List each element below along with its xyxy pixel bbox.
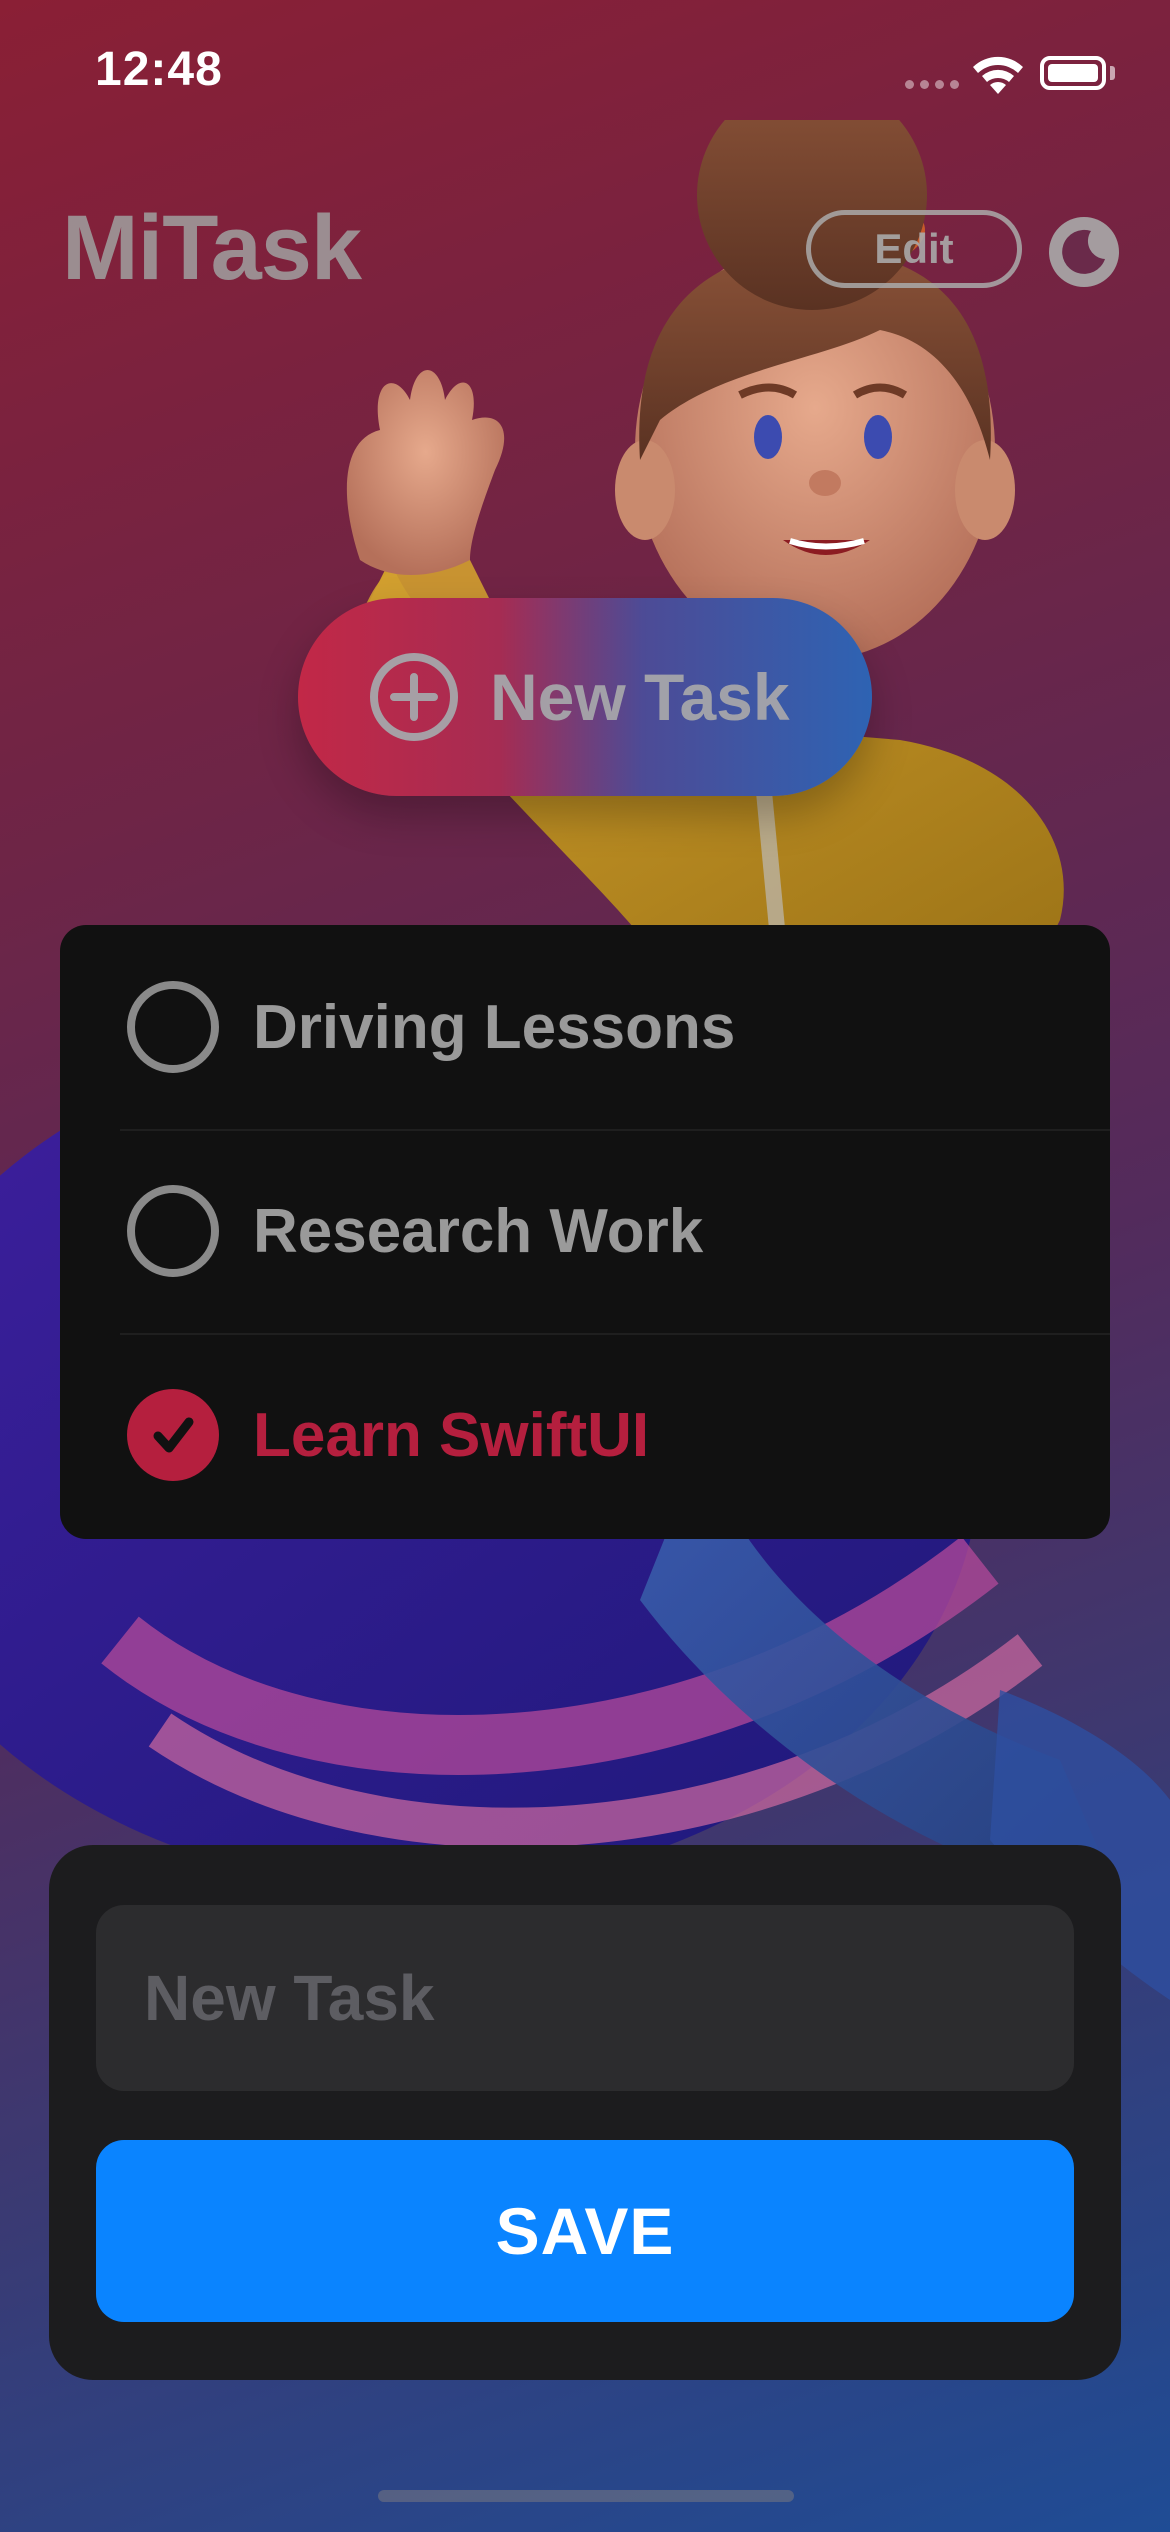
home-indicator[interactable]: [378, 2490, 794, 2502]
unchecked-circle-icon[interactable]: [127, 981, 219, 1073]
task-row[interactable]: Research Work: [60, 1129, 1110, 1333]
wifi-icon: [973, 56, 1023, 94]
unchecked-circle-icon[interactable]: [127, 1185, 219, 1277]
plus-circle-icon: [370, 653, 458, 741]
moon-icon[interactable]: [1047, 215, 1121, 289]
new-task-sheet: SAVE: [49, 1845, 1121, 2380]
task-title: Driving Lessons: [253, 992, 736, 1062]
checkmark-icon: [153, 1417, 194, 1453]
app-title: MiTask: [62, 197, 362, 299]
battery-tip: [1110, 66, 1115, 80]
edit-button[interactable]: Edit: [806, 210, 1022, 288]
new-task-button[interactable]: New Task: [298, 598, 872, 796]
task-row[interactable]: Learn SwiftUI: [60, 1333, 1110, 1537]
task-list: Driving Lessons Research Work Learn Swif…: [60, 925, 1110, 1539]
task-row[interactable]: Driving Lessons: [60, 925, 1110, 1129]
status-time: 12:48: [95, 43, 223, 96]
checkmark-circle-icon[interactable]: [127, 1389, 219, 1481]
save-button[interactable]: SAVE: [96, 2140, 1074, 2322]
new-task-input[interactable]: [96, 1905, 1074, 2091]
task-title: Learn SwiftUI: [253, 1400, 650, 1470]
cellular-signal-icon: [905, 80, 959, 89]
new-task-label: New Task: [490, 660, 790, 734]
battery-icon: [1040, 56, 1106, 90]
task-title: Research Work: [253, 1196, 704, 1266]
